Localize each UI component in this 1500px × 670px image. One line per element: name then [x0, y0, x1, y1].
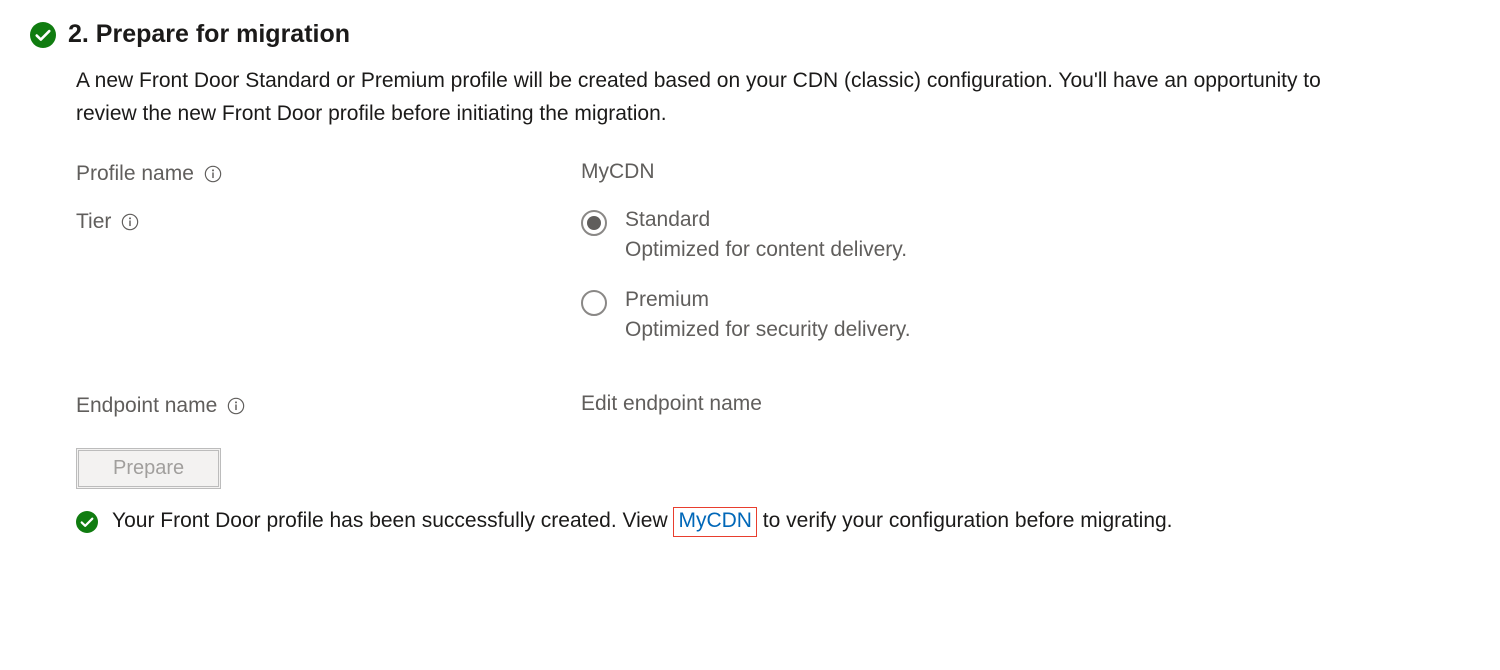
status-row: Your Front Door profile has been success… [76, 507, 1470, 537]
check-circle-icon [76, 511, 98, 533]
tier-radio-group: Standard Optimized for content delivery.… [581, 208, 911, 342]
profile-name-row: Profile name MyCDN [76, 160, 1470, 186]
profile-name-value: MyCDN [581, 160, 655, 183]
info-icon[interactable] [227, 397, 245, 415]
status-post: to verify your configuration before migr… [757, 509, 1173, 532]
status-text: Your Front Door profile has been success… [112, 507, 1173, 537]
status-highlight: MyCDN [673, 507, 757, 537]
tier-label: Tier [76, 210, 111, 234]
status-pre: Your Front Door profile has been success… [112, 509, 673, 532]
tier-option-standard[interactable]: Standard Optimized for content delivery. [581, 208, 911, 262]
tier-premium-sub: Optimized for security delivery. [625, 318, 911, 342]
info-icon[interactable] [204, 165, 222, 183]
tier-standard-sub: Optimized for content delivery. [625, 238, 907, 262]
step-heading: 2. Prepare for migration [68, 20, 350, 49]
prepare-button[interactable]: Prepare [76, 448, 221, 489]
tier-row: Tier Standard Optimized for content deli… [76, 208, 1470, 342]
endpoint-name-label: Endpoint name [76, 394, 217, 418]
check-circle-icon [30, 22, 56, 48]
step-heading-row: 2. Prepare for migration [30, 20, 1470, 49]
status-link[interactable]: MyCDN [678, 509, 752, 532]
step-description: A new Front Door Standard or Premium pro… [76, 65, 1376, 130]
profile-name-label: Profile name [76, 162, 194, 186]
endpoint-name-value: Edit endpoint name [581, 392, 762, 415]
radio-icon [581, 210, 607, 236]
tier-standard-title: Standard [625, 208, 907, 232]
tier-premium-title: Premium [625, 288, 911, 312]
tier-option-premium[interactable]: Premium Optimized for security delivery. [581, 288, 911, 342]
endpoint-name-row: Endpoint name Edit endpoint name [76, 392, 1470, 418]
info-icon[interactable] [121, 213, 139, 231]
radio-icon [581, 290, 607, 316]
